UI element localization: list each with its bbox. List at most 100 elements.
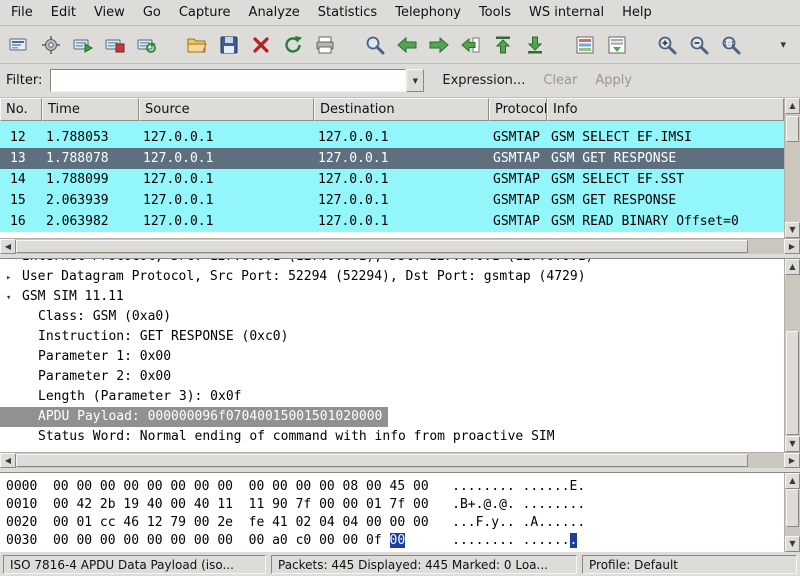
goto-top-icon[interactable] [489, 30, 517, 60]
menu-ws-internal[interactable]: WS internal [520, 1, 613, 24]
menu-file[interactable]: File [2, 1, 42, 24]
menu-statistics[interactable]: Statistics [309, 1, 386, 24]
detail-row[interactable]: Parameter 1: 0x00 [0, 347, 784, 367]
save-file-icon[interactable] [215, 30, 243, 60]
go-back-icon[interactable] [393, 30, 421, 60]
packet-details[interactable]: ▸Internet Protocol, Src: 127.0.0.1 (127.… [0, 259, 784, 452]
capture-options-icon[interactable] [37, 30, 65, 60]
menu-view[interactable]: View [85, 1, 134, 24]
scroll-up-button[interactable]: ▲ [785, 473, 800, 489]
detail-row[interactable]: APDU Payload: 000000096f0704001500150102… [0, 407, 388, 427]
list-interfaces-icon[interactable] [5, 30, 33, 60]
ascii-selected-char[interactable]: . [570, 533, 578, 548]
colorize-icon[interactable] [571, 30, 599, 60]
detail-row[interactable]: Length (Parameter 3): 0x0f [0, 387, 784, 407]
go-forward-icon[interactable] [425, 30, 453, 60]
apply-button[interactable]: Apply [595, 73, 632, 88]
menu-telephony[interactable]: Telephony [386, 1, 470, 24]
hex-line[interactable]: 0000 00 00 00 00 00 00 00 00 00 00 00 00… [6, 478, 784, 496]
details-vscrollbar[interactable]: ▲ ▼ [784, 259, 800, 452]
goto-packet-icon[interactable] [457, 30, 485, 60]
menu-analyze[interactable]: Analyze [240, 1, 309, 24]
open-file-icon[interactable] [183, 30, 211, 60]
detail-row[interactable]: ▾GSM SIM 11.11 [0, 287, 784, 307]
find-packet-icon[interactable] [361, 30, 389, 60]
zoom-in-icon[interactable] [653, 30, 681, 60]
menu-help[interactable]: Help [613, 1, 661, 24]
zoom-actual-icon[interactable]: 1:1 [717, 30, 745, 60]
hex-line[interactable]: 0010 00 42 2b 19 40 00 40 11 11 90 7f 00… [6, 496, 784, 514]
zoom-out-icon[interactable] [685, 30, 713, 60]
detail-text: Parameter 2: 0x00 [38, 369, 171, 384]
autoscroll-icon[interactable] [603, 30, 631, 60]
detail-text: Internet Protocol, Src: 127.0.0.1 (127.0… [22, 259, 593, 264]
detail-row[interactable]: ▸Internet Protocol, Src: 127.0.0.1 (127.… [0, 259, 784, 267]
scroll-left-button[interactable]: ◀ [0, 239, 16, 254]
stop-capture-icon[interactable] [101, 30, 129, 60]
packet-row[interactable]: 131.788078127.0.0.1127.0.0.1GSMTAPGSM GE… [0, 148, 784, 169]
packet-list-vscrollbar[interactable]: ▲ ▼ [784, 98, 800, 238]
scroll-thumb[interactable] [786, 489, 799, 527]
expand-icon[interactable]: ▸ [6, 259, 22, 267]
packet-list-hscrollbar[interactable]: ◀ ▶ [0, 238, 800, 254]
detail-row-partial[interactable]: ▸Internet Protocol, Src: 127.0.0.1 (127.… [0, 259, 784, 267]
scroll-thumb[interactable] [786, 116, 799, 142]
scroll-thumb[interactable] [16, 240, 748, 253]
scroll-down-button[interactable]: ▼ [785, 536, 800, 552]
scroll-down-button[interactable]: ▼ [785, 436, 800, 452]
expression-button[interactable]: Expression... [442, 73, 525, 88]
start-capture-icon[interactable] [69, 30, 97, 60]
details-hscrollbar[interactable]: ◀ ▶ [0, 452, 800, 468]
close-file-icon[interactable] [247, 30, 275, 60]
arrow-left-icon: ◀ [5, 457, 11, 465]
menu-capture[interactable]: Capture [170, 1, 240, 24]
menu-edit[interactable]: Edit [42, 1, 85, 24]
goto-bottom-icon[interactable] [521, 30, 549, 60]
scroll-up-button[interactable]: ▲ [785, 259, 800, 275]
toolbar-overflow-icon[interactable]: ▾ [776, 34, 790, 55]
menu-tools[interactable]: Tools [470, 1, 520, 24]
scroll-thumb[interactable] [16, 454, 748, 467]
packet-list[interactable]: 111.788011127.0.0.1127.0.0.1GSMTAPGSM GE… [0, 121, 784, 238]
reload-icon[interactable] [279, 30, 307, 60]
collapse-icon[interactable]: ▾ [6, 288, 22, 308]
packet-row[interactable]: 121.788053127.0.0.1127.0.0.1GSMTAPGSM SE… [0, 127, 784, 148]
column-header-time[interactable]: Time [42, 98, 139, 121]
column-header-destination[interactable]: Destination [314, 98, 489, 121]
hex-selected-byte[interactable]: 00 [390, 533, 406, 548]
column-header-info[interactable]: Info [547, 98, 784, 121]
detail-row[interactable]: ▸User Datagram Protocol, Src Port: 52294… [0, 267, 784, 287]
packet-row[interactable]: 141.788099127.0.0.1127.0.0.1GSMTAPGSM SE… [0, 169, 784, 190]
detail-row[interactable]: Instruction: GET RESPONSE (0xc0) [0, 327, 784, 347]
expand-icon[interactable]: ▸ [6, 268, 22, 288]
restart-capture-icon[interactable] [133, 30, 161, 60]
column-header-source[interactable]: Source [139, 98, 314, 121]
detail-row[interactable]: Parameter 2: 0x00 [0, 367, 784, 387]
scroll-track[interactable] [785, 489, 800, 536]
packet-row[interactable]: 152.063939127.0.0.1127.0.0.1GSMTAPGSM GE… [0, 190, 784, 211]
clear-button[interactable]: Clear [543, 73, 577, 88]
detail-row[interactable]: Status Word: Normal ending of command wi… [0, 427, 784, 447]
scroll-track[interactable] [16, 239, 784, 254]
packet-row[interactable]: 162.063982127.0.0.1127.0.0.1GSMTAPGSM RE… [0, 211, 784, 232]
scroll-left-button[interactable]: ◀ [0, 453, 16, 468]
scroll-track[interactable] [785, 275, 800, 436]
filter-input[interactable] [50, 69, 406, 92]
scroll-track[interactable] [16, 453, 784, 468]
column-header-protocol[interactable]: Protocol [489, 98, 547, 121]
hex-line[interactable]: 0020 00 01 cc 46 12 79 00 2e fe 41 02 04… [6, 514, 784, 532]
detail-row[interactable]: Class: GSM (0xa0) [0, 307, 784, 327]
column-header-no[interactable]: No. [0, 98, 42, 121]
scroll-thumb[interactable] [786, 331, 799, 435]
scroll-track[interactable] [785, 114, 800, 222]
scroll-down-button[interactable]: ▼ [785, 222, 800, 238]
print-icon[interactable] [311, 30, 339, 60]
hex-vscrollbar[interactable]: ▲ ▼ [784, 473, 800, 552]
hex-line[interactable]: 0030 00 00 00 00 00 00 00 00 00 a0 c0 00… [6, 532, 784, 550]
scroll-right-button[interactable]: ▶ [784, 239, 800, 254]
filter-dropdown-button[interactable]: ▼ [406, 69, 424, 92]
scroll-up-button[interactable]: ▲ [785, 98, 800, 114]
hex-view[interactable]: 0000 00 00 00 00 00 00 00 00 00 00 00 00… [0, 473, 784, 552]
menu-go[interactable]: Go [134, 1, 170, 24]
scroll-right-button[interactable]: ▶ [784, 453, 800, 468]
